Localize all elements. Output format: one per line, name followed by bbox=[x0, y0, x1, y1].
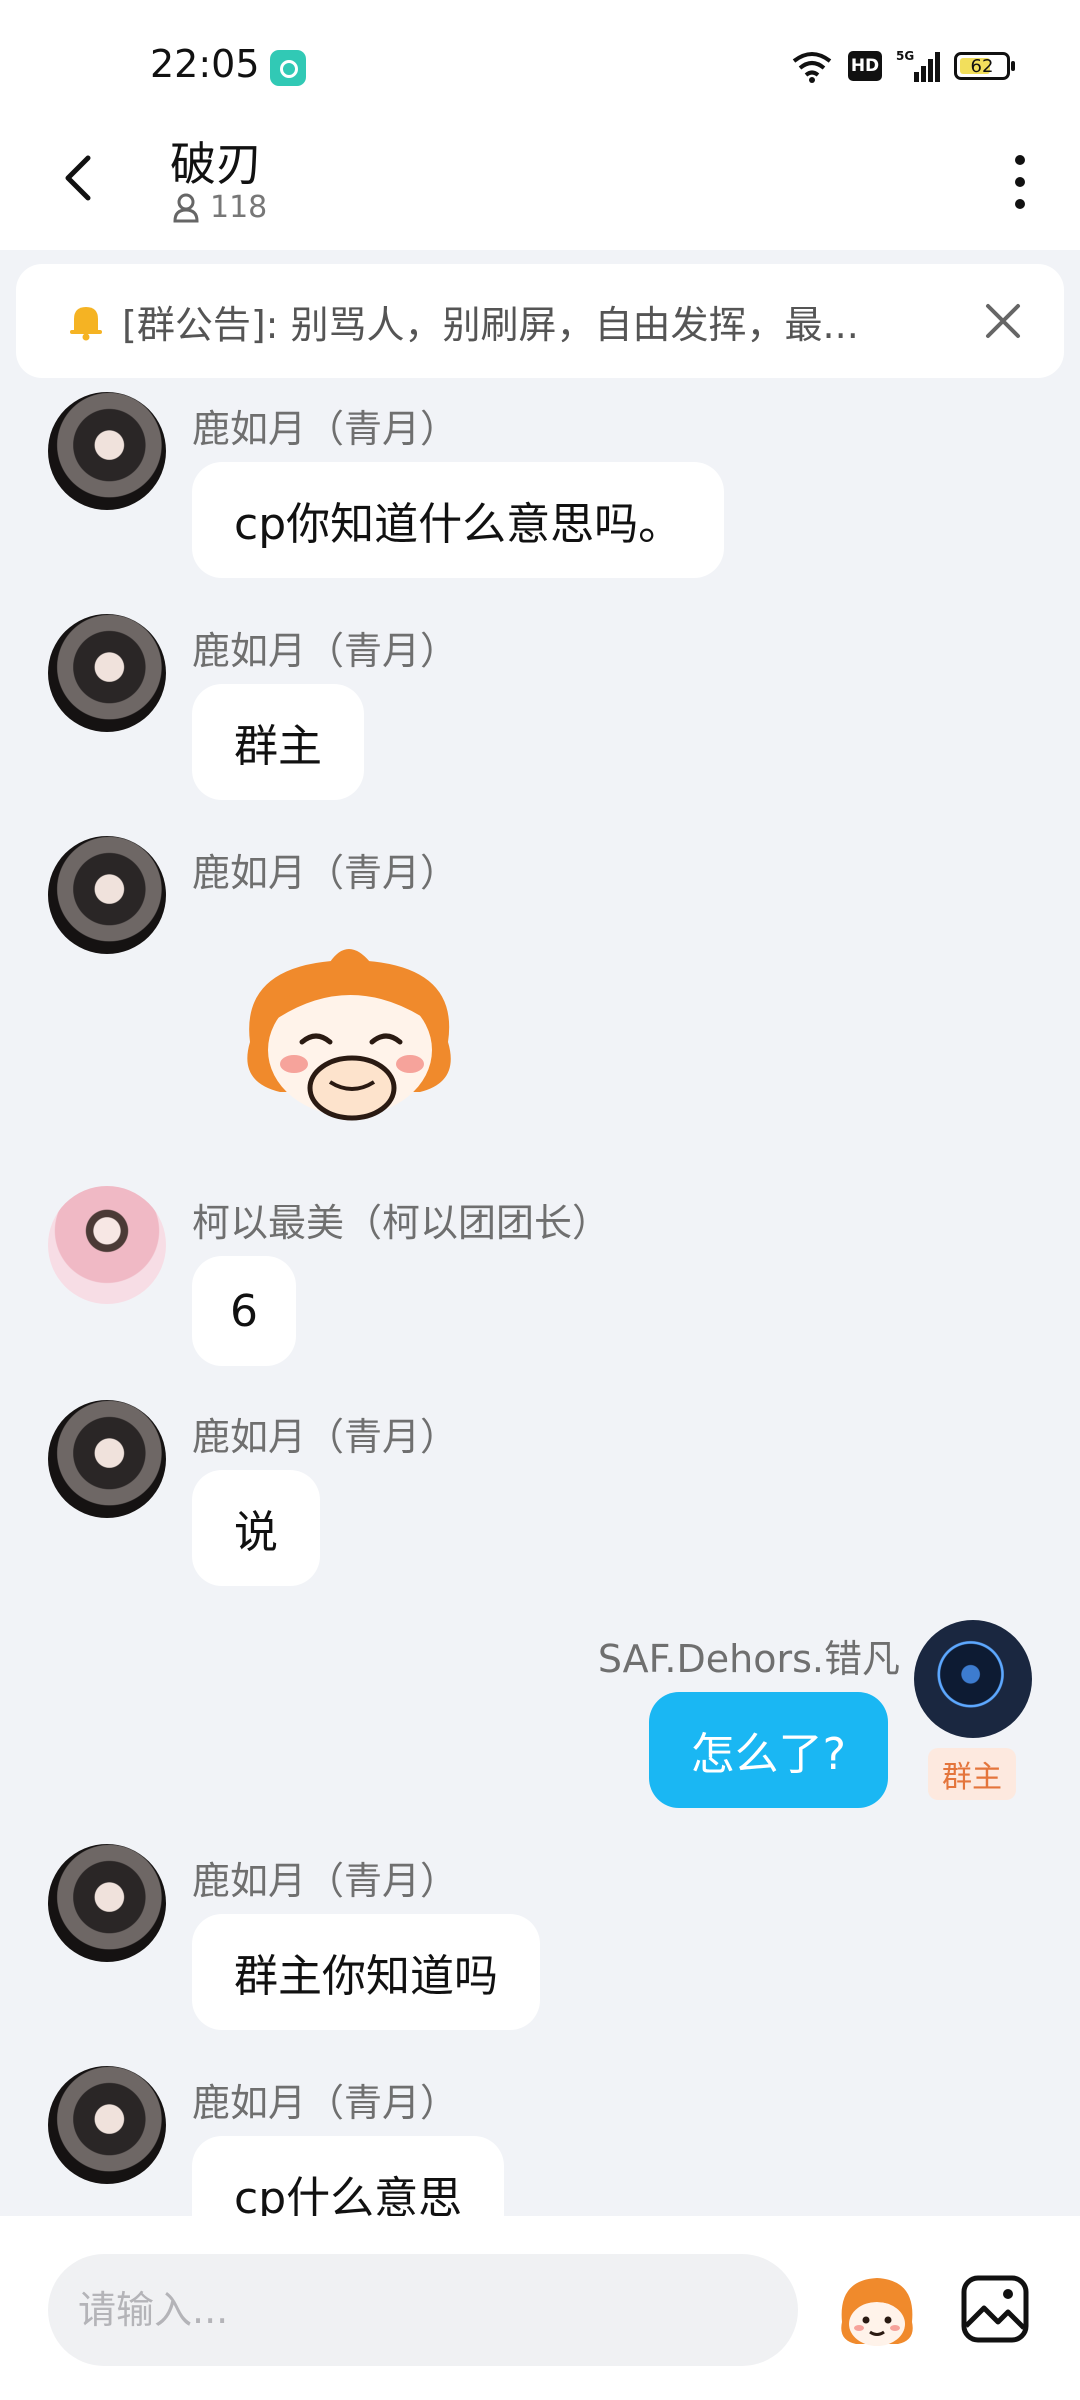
avatar[interactable] bbox=[48, 2066, 166, 2184]
avatar[interactable] bbox=[48, 1400, 166, 1518]
anime-face-sticker[interactable] bbox=[220, 932, 480, 1132]
avatar[interactable] bbox=[48, 392, 166, 510]
group-announcement[interactable]: [群公告]: 别骂人，别刷屏，自由发挥，最... bbox=[16, 264, 1064, 378]
image-icon[interactable] bbox=[958, 2272, 1032, 2346]
status-time: 22:05 bbox=[150, 42, 260, 86]
sender-name: 柯以最美（柯以团团长） bbox=[192, 1201, 611, 1245]
more-options-icon[interactable] bbox=[1000, 150, 1040, 214]
bell-icon bbox=[70, 307, 102, 341]
sender-name: 鹿如月（青月） bbox=[192, 629, 459, 673]
message-bubble[interactable]: 说 bbox=[192, 1470, 320, 1586]
my-message-bubble[interactable]: 怎么了? bbox=[648, 1692, 888, 1808]
group-title: 破刃 bbox=[170, 137, 262, 191]
member-count-value: 118 bbox=[210, 190, 268, 225]
member-icon bbox=[173, 193, 199, 222]
my-avatar[interactable] bbox=[914, 1620, 1032, 1738]
message-input[interactable] bbox=[48, 2254, 798, 2366]
member-count[interactable]: 118 bbox=[172, 190, 267, 225]
app-notification-icon bbox=[270, 50, 306, 86]
wifi-icon bbox=[790, 49, 834, 83]
chat-header: 破刃 118 bbox=[0, 120, 1080, 250]
close-icon[interactable] bbox=[980, 298, 1026, 344]
avatar[interactable] bbox=[48, 614, 166, 732]
message-bubble[interactable]: 6 bbox=[192, 1256, 296, 1366]
back-arrow-icon[interactable] bbox=[52, 148, 112, 208]
message-bubble[interactable]: 群主你知道吗 bbox=[192, 1914, 540, 2030]
avatar[interactable] bbox=[48, 1186, 166, 1304]
avatar[interactable] bbox=[48, 1844, 166, 1962]
sender-name: 鹿如月（青月） bbox=[192, 2081, 459, 2125]
owner-badge: 群主 bbox=[928, 1748, 1016, 1800]
message-composer bbox=[0, 2216, 1080, 2400]
sender-name: SAF.Dehors.错凡 bbox=[597, 1637, 900, 1681]
status-bar: 22:05 HD 5G 62 bbox=[0, 0, 1080, 120]
battery-percent: 62 bbox=[970, 55, 994, 77]
battery-icon: 62 bbox=[954, 52, 1015, 80]
sender-name: 鹿如月（青月） bbox=[192, 1415, 459, 1459]
message-bubble[interactable]: cp你知道什么意思吗。 bbox=[192, 462, 725, 578]
hd-badge: HD bbox=[848, 51, 882, 81]
message-bubble[interactable]: 群主 bbox=[192, 684, 364, 800]
sticker-emoji-icon[interactable] bbox=[832, 2266, 922, 2356]
sender-name: 鹿如月（青月） bbox=[192, 1859, 459, 1903]
chat-screen: 22:05 HD 5G 62 破刃 118 [群公告]: 别骂人，别刷屏，自由发… bbox=[0, 0, 1080, 2400]
svg-text:5G: 5G bbox=[896, 49, 914, 63]
avatar[interactable] bbox=[48, 836, 166, 954]
sender-name: 鹿如月（青月） bbox=[192, 851, 459, 895]
signal-icon: 5G bbox=[896, 48, 940, 84]
announcement-text: [群公告]: 别骂人，别刷屏，自由发挥，最... bbox=[122, 302, 859, 347]
sender-name: 鹿如月（青月） bbox=[192, 407, 459, 451]
status-icons: HD 5G 62 bbox=[790, 46, 1015, 86]
